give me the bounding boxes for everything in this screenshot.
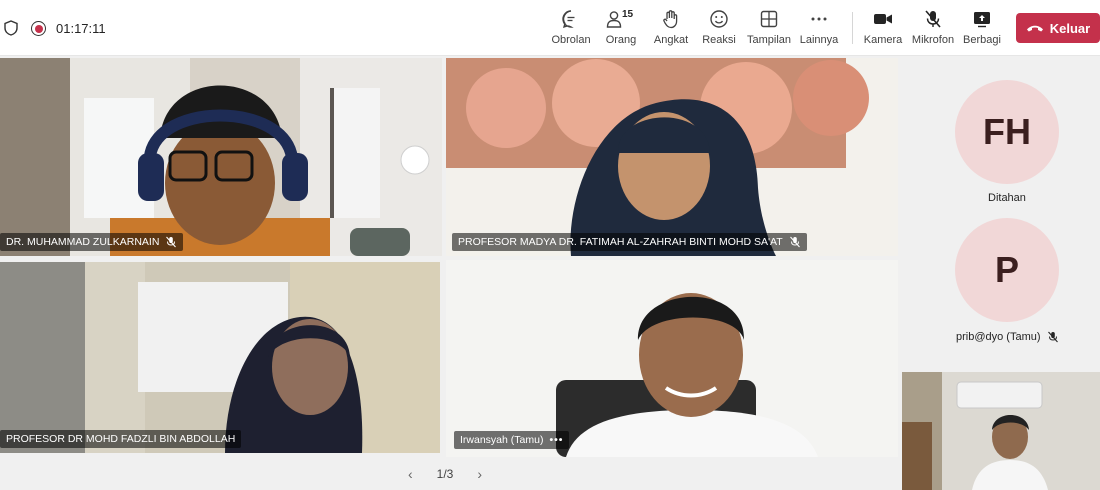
participant-nametag: Irwansyah (Tamu) ••• <box>454 431 570 449</box>
side-participant-label: Ditahan <box>988 192 1026 204</box>
participant-nametag: PROFESOR DR MOHD FADZLI BIN ABDOLLAH <box>0 430 242 448</box>
mic-off-icon <box>1047 331 1058 343</box>
participant-video <box>902 372 1100 490</box>
recording-icon <box>31 21 46 36</box>
react-label: Reaksi <box>702 34 736 46</box>
share-screen-icon <box>972 8 992 30</box>
avatar-initials: P <box>994 249 1019 290</box>
people-count: 15 <box>622 9 634 20</box>
more-label: Lainnya <box>799 34 839 46</box>
avatar-initials: FH <box>983 111 1031 152</box>
view-button[interactable]: Tampilan <box>746 8 792 50</box>
video-tile[interactable]: PROFESOR MADYA DR. FATIMAH AL-ZAHRAH BIN… <box>446 58 898 256</box>
participant-video <box>446 260 898 457</box>
camera-button[interactable]: Kamera <box>863 8 903 50</box>
microphone-button[interactable]: Mikrofon <box>911 8 955 50</box>
smiley-icon <box>709 8 729 30</box>
microphone-label: Mikrofon <box>911 34 955 46</box>
video-tile[interactable]: PROFESOR DR MOHD FADZLI BIN ABDOLLAH <box>0 262 440 453</box>
leave-label: Keluar <box>1049 20 1091 36</box>
view-label: Tampilan <box>746 34 792 46</box>
share-button[interactable]: Berbagi <box>963 8 1001 50</box>
more-button[interactable]: Lainnya <box>799 8 839 50</box>
self-view-video[interactable] <box>902 372 1100 490</box>
meeting-toolbar: 01:17:11 Obrolan 15 Orang Angkat Reaksi … <box>0 0 1100 56</box>
chat-icon <box>561 8 581 30</box>
toolbar-divider <box>852 12 853 44</box>
side-participant-label: prib@dyo (Tamu) <box>956 331 1059 343</box>
participant-video <box>446 58 898 256</box>
grid-view-icon <box>759 8 779 30</box>
participant-name: Irwansyah (Tamu) <box>460 434 544 446</box>
raise-hand-icon <box>661 8 681 30</box>
participant-name: PROFESOR DR MOHD FADZLI BIN ABDOLLAH <box>6 433 236 445</box>
chat-button[interactable]: Obrolan <box>551 8 591 50</box>
people-icon: 15 <box>603 8 639 30</box>
meeting-window: 01:17:11 Obrolan 15 Orang Angkat Reaksi … <box>0 0 1100 490</box>
mic-off-icon <box>923 8 943 30</box>
video-tile[interactable]: DR. MUHAMMAD ZULKARNAIN <box>0 58 442 256</box>
camera-label: Kamera <box>863 34 903 46</box>
react-button[interactable]: Reaksi <box>702 8 736 50</box>
chevron-right-icon[interactable]: › <box>477 466 482 482</box>
participant-status: Ditahan <box>988 192 1026 204</box>
people-button[interactable]: 15 Orang <box>603 8 639 50</box>
leave-button[interactable]: Keluar <box>1016 13 1100 43</box>
mic-off-icon <box>789 236 800 248</box>
participant-video <box>0 58 442 256</box>
avatar[interactable]: P <box>955 218 1059 322</box>
phone-hangup-icon <box>1026 25 1043 32</box>
people-label: Orang <box>605 34 637 46</box>
page-indicator: 1/3 <box>436 467 454 481</box>
camera-icon <box>872 8 894 30</box>
participant-nametag: DR. MUHAMMAD ZULKARNAIN <box>0 233 184 251</box>
participant-more-options[interactable]: ••• <box>549 434 563 446</box>
chat-label: Obrolan <box>551 34 591 46</box>
participant-video <box>0 262 440 453</box>
gallery-pager: ‹ 1/3 › <box>408 463 482 485</box>
avatar[interactable]: FH <box>955 80 1059 184</box>
mic-off-icon <box>166 236 177 248</box>
shield-icon <box>4 20 18 36</box>
participant-name: DR. MUHAMMAD ZULKARNAIN <box>6 236 160 248</box>
chevron-left-icon[interactable]: ‹ <box>408 466 413 482</box>
video-tile-active-speaker[interactable]: Irwansyah (Tamu) ••• <box>446 260 898 457</box>
share-label: Berbagi <box>963 34 1001 46</box>
participant-name: PROFESOR MADYA DR. FATIMAH AL-ZAHRAH BIN… <box>458 236 783 248</box>
meeting-timer: 01:17:11 <box>56 21 106 36</box>
raise-hand-button[interactable]: Angkat <box>653 8 689 50</box>
raise-hand-label: Angkat <box>653 34 689 46</box>
more-icon <box>809 8 829 30</box>
participant-nametag: PROFESOR MADYA DR. FATIMAH AL-ZAHRAH BIN… <box>452 233 807 251</box>
participant-name: prib@dyo (Tamu) <box>956 331 1041 343</box>
